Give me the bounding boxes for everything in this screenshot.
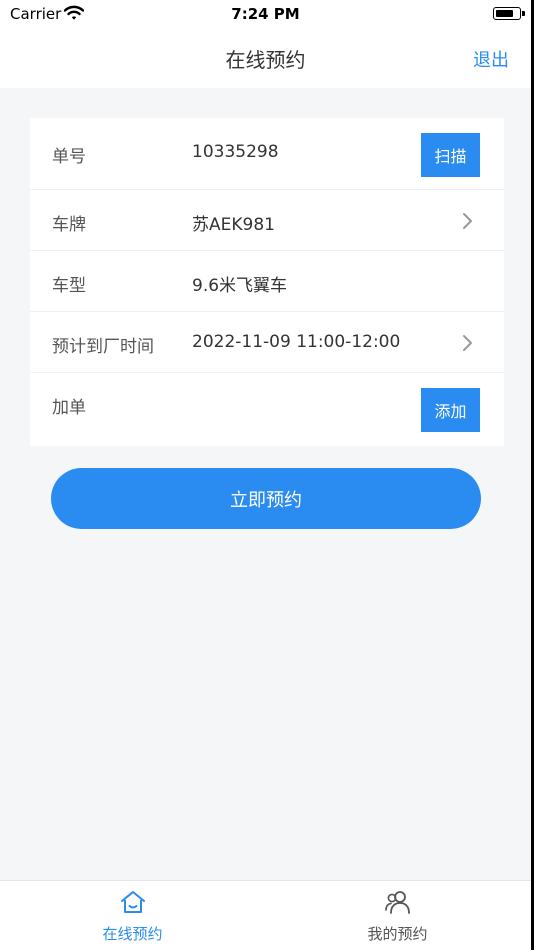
eta-label: 预计到厂时间 (52, 337, 154, 357)
home-icon (121, 891, 145, 913)
extra-order-label: 加单 (52, 398, 86, 418)
plate-row[interactable]: 车牌 苏AEK981 (30, 190, 504, 251)
plate-label: 车牌 (52, 215, 86, 235)
tab-label: 在线预约 (102, 925, 163, 943)
order-no-label: 单号 (52, 147, 86, 167)
scan-button[interactable]: 扫描 (421, 133, 480, 177)
nav-bar: 在线预约 退出 (0, 28, 531, 88)
status-time: 7:24 PM (231, 5, 300, 23)
vehicle-type-label: 车型 (52, 276, 86, 296)
tab-label: 我的预约 (367, 925, 428, 943)
battery-icon (493, 7, 525, 20)
submit-booking-button[interactable]: 立即预约 (51, 468, 481, 529)
users-icon (385, 891, 410, 914)
logout-button[interactable]: 退出 (473, 46, 509, 72)
plate-value: 苏AEK981 (192, 215, 275, 235)
tab-online-booking[interactable]: 在线预约 (0, 881, 265, 950)
tab-bar: 在线预约 我的预约 (0, 880, 531, 950)
booking-form: 单号 10335298 扫描 车牌 苏AEK981 车型 9.6米飞翼车 预计到… (30, 118, 504, 446)
vehicle-type-value: 9.6米飞翼车 (192, 276, 288, 296)
order-no-value: 10335298 (192, 142, 279, 162)
app-screen: Carrier 7:24 PM 在线预约 退出 单号 10335298 扫描 车… (0, 0, 534, 950)
extra-order-row: 加单 添加 (30, 373, 504, 446)
eta-value: 2022-11-09 11:00-12:00 (192, 332, 401, 352)
tab-my-bookings[interactable]: 我的预约 (265, 881, 530, 950)
status-bar: Carrier 7:24 PM (0, 0, 531, 28)
chevron-right-icon (463, 213, 472, 229)
vehicle-type-row: 车型 9.6米飞翼车 (30, 251, 504, 312)
add-order-button[interactable]: 添加 (421, 388, 480, 432)
order-no-row: 单号 10335298 扫描 (30, 118, 504, 190)
chevron-right-icon (463, 335, 472, 351)
page-title: 在线预约 (225, 48, 306, 72)
eta-row[interactable]: 预计到厂时间 2022-11-09 11:00-12:00 (30, 312, 504, 373)
